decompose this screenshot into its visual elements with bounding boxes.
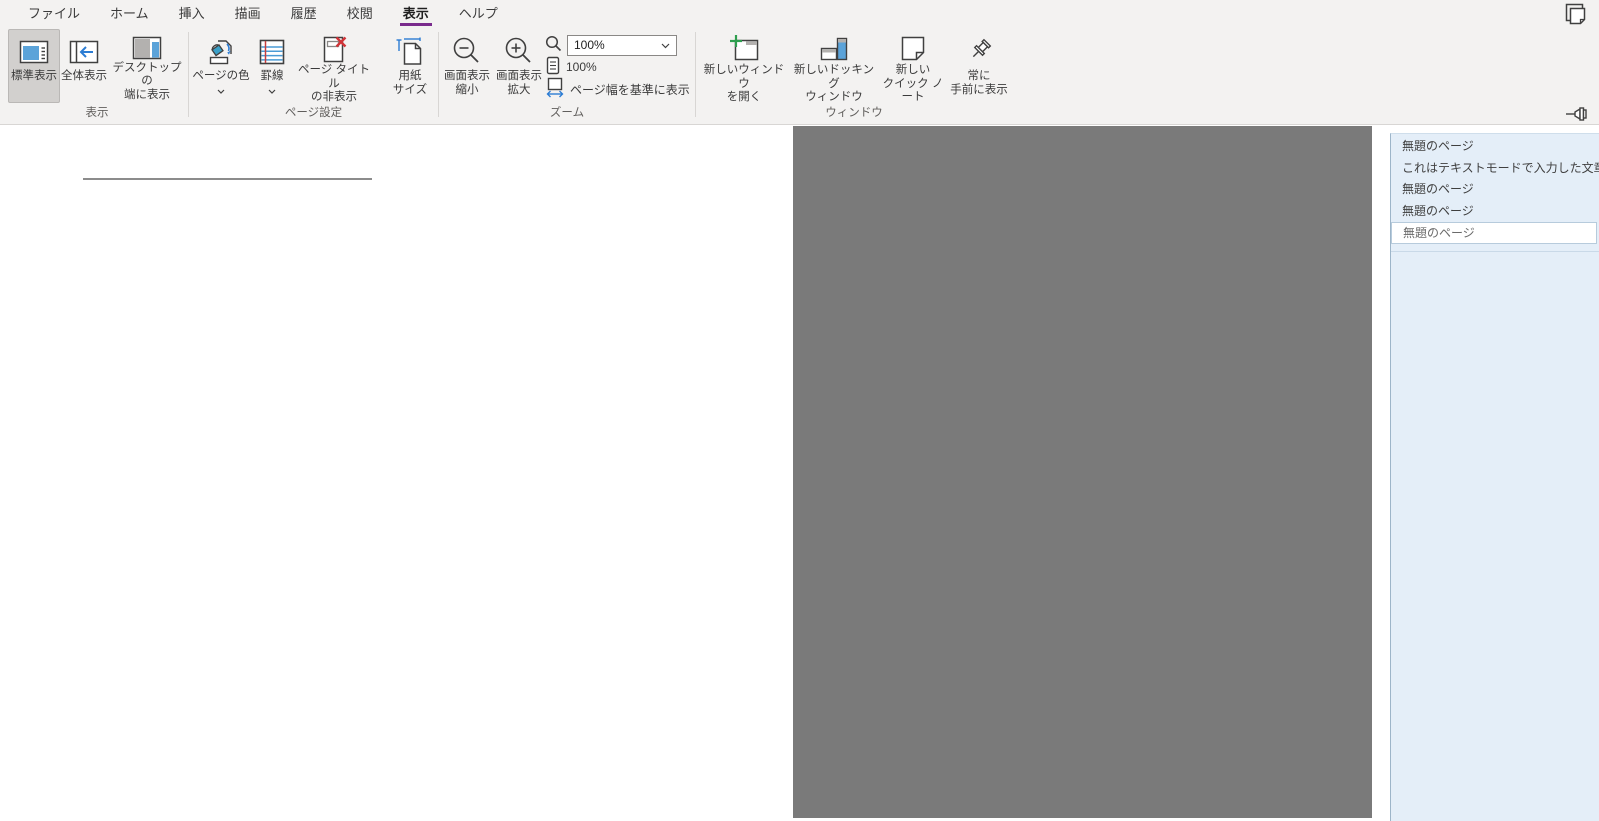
dock-to-desktop-icon	[132, 34, 162, 62]
page-list-item[interactable]: 無題のページ	[1391, 201, 1599, 223]
zoom-100-button[interactable]: 100%	[545, 57, 693, 77]
normal-view-icon	[19, 34, 49, 70]
zoom-out-button[interactable]: 画面表示 縮小	[441, 29, 493, 103]
page-list-divider	[1391, 251, 1599, 252]
group-separator	[188, 32, 189, 117]
rule-lines-icon	[257, 34, 287, 70]
zoom-in-button[interactable]: 画面表示 拡大	[493, 29, 545, 103]
paper-size-icon	[395, 34, 425, 70]
page-title-underline	[83, 178, 372, 180]
zoom-controls-column: 100% 100%	[545, 29, 693, 99]
button-label: 手前に表示	[950, 84, 1008, 98]
paper-size-button[interactable]: 用紙 サイズ	[384, 29, 436, 103]
tab-file[interactable]: ファイル	[13, 0, 95, 28]
zoom-percent-combobox[interactable]: 100%	[567, 35, 677, 56]
button-label: ページの色	[192, 70, 249, 84]
rule-lines-button[interactable]: 罫線	[251, 29, 293, 103]
zoom-percent-value: 100%	[574, 38, 605, 52]
canvas-outside-page	[793, 126, 1372, 818]
normal-view-button[interactable]: 標準表示	[8, 29, 60, 103]
full-page-view-icon	[69, 34, 99, 70]
overlapping-pages-icon[interactable]	[1563, 3, 1591, 27]
button-label: 全体表示	[61, 70, 107, 84]
hide-page-title-button[interactable]: ページ タイトル の非表示	[293, 29, 375, 103]
button-label: 常に	[968, 70, 991, 84]
button-label: 用紙	[399, 70, 422, 84]
tab-draw[interactable]: 描画	[220, 0, 276, 28]
search-icon	[545, 35, 562, 55]
zoom-out-icon	[451, 34, 483, 70]
tab-help[interactable]: ヘルプ	[444, 0, 513, 28]
ribbon-group-view: 標準表示 全体表示 デスクトップの 端に表示	[8, 28, 186, 125]
chevron-down-icon	[217, 85, 225, 99]
zoom-100-icon	[545, 56, 561, 78]
tab-view[interactable]: 表示	[388, 0, 444, 28]
button-label: を開く	[727, 91, 762, 105]
new-quick-note-button[interactable]: 新しい クイック ノート	[878, 29, 948, 103]
onenote-window: ファイル ホーム 挿入 描画 履歴 校閲 表示 ヘルプ 標準表示	[0, 0, 1599, 821]
ribbon-group-zoom: 画面表示 縮小 画面表示 拡大	[441, 28, 693, 125]
page-color-icon	[206, 34, 236, 70]
group-label-window: ウィンドウ	[698, 104, 1010, 124]
pin-ribbon-icon[interactable]	[1565, 106, 1591, 122]
group-label-zoom: ズーム	[441, 104, 693, 124]
tab-insert[interactable]: 挿入	[164, 0, 220, 28]
button-label: 画面表示	[496, 70, 542, 84]
page-list-item[interactable]: これはテキストモードで入力した文章で	[1391, 158, 1599, 180]
button-label: ウィンドウ	[805, 91, 863, 105]
new-window-icon	[728, 34, 760, 64]
button-label: 縮小	[456, 84, 479, 98]
zoom-in-icon	[503, 34, 535, 70]
button-label: の非表示	[311, 91, 357, 105]
ribbon-tab-row: ファイル ホーム 挿入 描画 履歴 校閲 表示 ヘルプ	[0, 0, 1599, 28]
always-on-top-pin-icon	[964, 34, 994, 70]
tab-review[interactable]: 校閲	[332, 0, 388, 28]
ribbon-content: 標準表示 全体表示 デスクトップの 端に表示	[0, 28, 1599, 125]
ribbon-area: ファイル ホーム 挿入 描画 履歴 校閲 表示 ヘルプ 標準表示	[0, 0, 1599, 125]
chevron-down-icon	[661, 38, 670, 52]
page-list-item[interactable]: 無題のページ	[1391, 136, 1599, 158]
page-color-button[interactable]: ページの色	[191, 29, 251, 103]
tab-home[interactable]: ホーム	[95, 0, 164, 28]
button-label: 標準表示	[11, 70, 57, 84]
dock-to-desktop-button[interactable]: デスクトップの 端に表示	[108, 29, 186, 103]
ribbon-group-page-setup: ページの色 罫線 ページ タイトル	[191, 28, 436, 125]
chevron-down-icon	[268, 85, 276, 99]
new-window-button[interactable]: 新しいウィンドウ を開く	[698, 29, 790, 103]
button-label: 罫線	[261, 70, 284, 84]
zoom-100-label: 100%	[566, 60, 597, 74]
button-label: デスクトップの	[109, 62, 185, 89]
ribbon-group-window: 新しいウィンドウ を開く 新しいドッキング ウィンドウ	[698, 28, 1010, 125]
new-quick-note-icon	[898, 34, 928, 64]
vertical-scrollbar[interactable]	[1372, 126, 1390, 821]
new-docked-window-button[interactable]: 新しいドッキング ウィンドウ	[790, 29, 878, 103]
page-width-label: ページ幅を基準に表示	[570, 81, 690, 98]
button-label: 画面表示	[444, 70, 490, 84]
button-label: 新しい	[896, 64, 931, 78]
group-label-view: 表示	[8, 104, 186, 124]
full-page-view-button[interactable]: 全体表示	[60, 29, 108, 103]
hide-page-title-icon	[319, 34, 349, 64]
group-separator	[438, 32, 439, 117]
always-on-top-button[interactable]: 常に 手前に表示	[948, 29, 1010, 103]
button-label: 新しいウィンドウ	[699, 64, 789, 91]
button-label: 拡大	[508, 84, 531, 98]
page-list-item-selected[interactable]: 無題のページ	[1391, 222, 1597, 244]
button-label: 端に表示	[124, 89, 170, 103]
button-label: 新しいドッキング	[791, 64, 877, 91]
page-canvas[interactable]	[0, 126, 1390, 821]
page-list-panel: 無題のページ これはテキストモードで入力した文章で 無題のページ 無題のページ …	[1390, 133, 1599, 821]
button-label: ページ タイトル	[294, 64, 374, 91]
group-label-page-setup: ページ設定	[191, 104, 436, 124]
tab-history[interactable]: 履歴	[276, 0, 332, 28]
new-docked-window-icon	[818, 34, 850, 64]
page-list-item[interactable]: 無題のページ	[1391, 179, 1599, 201]
button-label: クイック ノート	[879, 78, 947, 105]
page-width-icon	[545, 77, 565, 101]
button-label: サイズ	[393, 84, 427, 98]
page-width-button[interactable]: ページ幅を基準に表示	[545, 79, 693, 99]
group-separator	[695, 32, 696, 117]
